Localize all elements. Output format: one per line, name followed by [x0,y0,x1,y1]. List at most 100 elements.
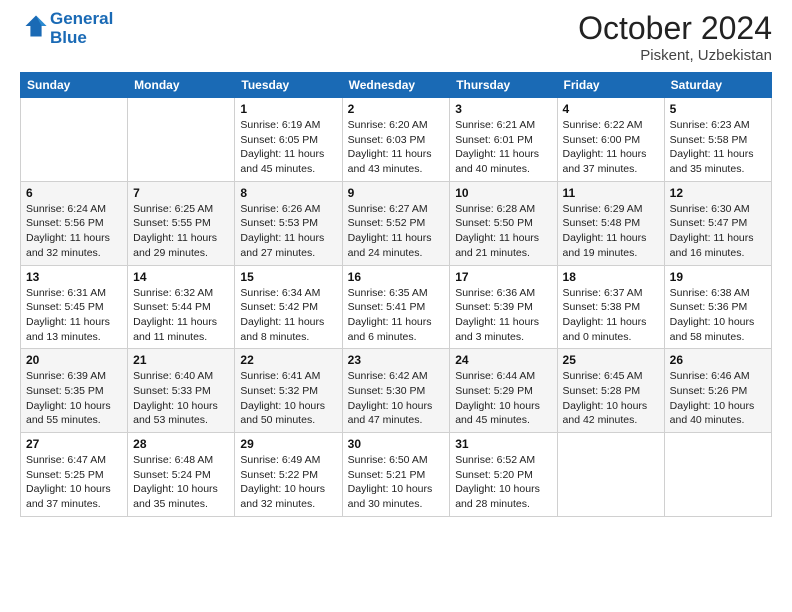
day-detail: Sunrise: 6:30 AMSunset: 5:47 PMDaylight:… [670,202,766,261]
calendar-cell: 4 Sunrise: 6:22 AMSunset: 6:00 PMDayligh… [557,98,664,182]
day-number: 19 [670,270,766,284]
day-number: 22 [240,353,336,367]
calendar-cell [128,98,235,182]
day-detail: Sunrise: 6:27 AMSunset: 5:52 PMDaylight:… [348,202,445,261]
calendar-cell: 24 Sunrise: 6:44 AMSunset: 5:29 PMDaylig… [450,349,557,433]
day-number: 16 [348,270,445,284]
day-number: 5 [670,102,766,116]
weekday-header-sunday: Sunday [21,73,128,98]
day-detail: Sunrise: 6:42 AMSunset: 5:30 PMDaylight:… [348,369,445,428]
day-number: 17 [455,270,551,284]
day-detail: Sunrise: 6:46 AMSunset: 5:26 PMDaylight:… [670,369,766,428]
calendar-cell: 12 Sunrise: 6:30 AMSunset: 5:47 PMDaylig… [664,181,771,265]
day-number: 6 [26,186,122,200]
day-detail: Sunrise: 6:50 AMSunset: 5:21 PMDaylight:… [348,453,445,512]
day-number: 24 [455,353,551,367]
calendar-cell: 22 Sunrise: 6:41 AMSunset: 5:32 PMDaylig… [235,349,342,433]
day-number: 20 [26,353,122,367]
day-number: 31 [455,437,551,451]
day-number: 4 [563,102,659,116]
day-number: 14 [133,270,229,284]
day-number: 28 [133,437,229,451]
day-detail: Sunrise: 6:23 AMSunset: 5:58 PMDaylight:… [670,118,766,177]
day-detail: Sunrise: 6:36 AMSunset: 5:39 PMDaylight:… [455,286,551,345]
weekday-header-monday: Monday [128,73,235,98]
weekday-header-friday: Friday [557,73,664,98]
calendar-cell: 27 Sunrise: 6:47 AMSunset: 5:25 PMDaylig… [21,433,128,517]
day-detail: Sunrise: 6:52 AMSunset: 5:20 PMDaylight:… [455,453,551,512]
logo-line2: Blue [50,29,113,48]
calendar-cell: 2 Sunrise: 6:20 AMSunset: 6:03 PMDayligh… [342,98,450,182]
calendar-cell: 26 Sunrise: 6:46 AMSunset: 5:26 PMDaylig… [664,349,771,433]
day-detail: Sunrise: 6:41 AMSunset: 5:32 PMDaylight:… [240,369,336,428]
logo-icon [22,12,50,40]
calendar-cell [664,433,771,517]
day-detail: Sunrise: 6:38 AMSunset: 5:36 PMDaylight:… [670,286,766,345]
day-number: 29 [240,437,336,451]
day-detail: Sunrise: 6:22 AMSunset: 6:00 PMDaylight:… [563,118,659,177]
calendar-cell: 8 Sunrise: 6:26 AMSunset: 5:53 PMDayligh… [235,181,342,265]
calendar-cell: 21 Sunrise: 6:40 AMSunset: 5:33 PMDaylig… [128,349,235,433]
day-detail: Sunrise: 6:40 AMSunset: 5:33 PMDaylight:… [133,369,229,428]
header: General Blue October 2024 Piskent, Uzbek… [20,10,772,64]
calendar-cell: 3 Sunrise: 6:21 AMSunset: 6:01 PMDayligh… [450,98,557,182]
calendar-cell: 17 Sunrise: 6:36 AMSunset: 5:39 PMDaylig… [450,265,557,349]
day-detail: Sunrise: 6:25 AMSunset: 5:55 PMDaylight:… [133,202,229,261]
weekday-header-wednesday: Wednesday [342,73,450,98]
day-detail: Sunrise: 6:39 AMSunset: 5:35 PMDaylight:… [26,369,122,428]
day-number: 13 [26,270,122,284]
day-number: 23 [348,353,445,367]
calendar-cell: 9 Sunrise: 6:27 AMSunset: 5:52 PMDayligh… [342,181,450,265]
day-detail: Sunrise: 6:48 AMSunset: 5:24 PMDaylight:… [133,453,229,512]
weekday-header-tuesday: Tuesday [235,73,342,98]
day-number: 27 [26,437,122,451]
location: Piskent, Uzbekistan [578,47,772,64]
calendar-cell: 5 Sunrise: 6:23 AMSunset: 5:58 PMDayligh… [664,98,771,182]
calendar-cell: 13 Sunrise: 6:31 AMSunset: 5:45 PMDaylig… [21,265,128,349]
day-number: 9 [348,186,445,200]
day-number: 7 [133,186,229,200]
day-number: 10 [455,186,551,200]
calendar-cell: 7 Sunrise: 6:25 AMSunset: 5:55 PMDayligh… [128,181,235,265]
day-number: 2 [348,102,445,116]
logo: General Blue [20,10,113,47]
day-detail: Sunrise: 6:37 AMSunset: 5:38 PMDaylight:… [563,286,659,345]
day-number: 21 [133,353,229,367]
calendar-cell: 29 Sunrise: 6:49 AMSunset: 5:22 PMDaylig… [235,433,342,517]
calendar-cell: 16 Sunrise: 6:35 AMSunset: 5:41 PMDaylig… [342,265,450,349]
day-number: 30 [348,437,445,451]
calendar-cell: 10 Sunrise: 6:28 AMSunset: 5:50 PMDaylig… [450,181,557,265]
logo-line1: General [50,10,113,29]
calendar-cell: 28 Sunrise: 6:48 AMSunset: 5:24 PMDaylig… [128,433,235,517]
calendar-cell: 31 Sunrise: 6:52 AMSunset: 5:20 PMDaylig… [450,433,557,517]
day-detail: Sunrise: 6:49 AMSunset: 5:22 PMDaylight:… [240,453,336,512]
day-detail: Sunrise: 6:29 AMSunset: 5:48 PMDaylight:… [563,202,659,261]
calendar-cell: 1 Sunrise: 6:19 AMSunset: 6:05 PMDayligh… [235,98,342,182]
calendar-cell: 20 Sunrise: 6:39 AMSunset: 5:35 PMDaylig… [21,349,128,433]
day-number: 18 [563,270,659,284]
day-detail: Sunrise: 6:24 AMSunset: 5:56 PMDaylight:… [26,202,122,261]
calendar-cell: 11 Sunrise: 6:29 AMSunset: 5:48 PMDaylig… [557,181,664,265]
calendar-cell: 14 Sunrise: 6:32 AMSunset: 5:44 PMDaylig… [128,265,235,349]
day-detail: Sunrise: 6:35 AMSunset: 5:41 PMDaylight:… [348,286,445,345]
day-number: 26 [670,353,766,367]
day-detail: Sunrise: 6:20 AMSunset: 6:03 PMDaylight:… [348,118,445,177]
day-number: 1 [240,102,336,116]
calendar-cell [557,433,664,517]
weekday-header-saturday: Saturday [664,73,771,98]
calendar-cell: 19 Sunrise: 6:38 AMSunset: 5:36 PMDaylig… [664,265,771,349]
calendar-cell: 18 Sunrise: 6:37 AMSunset: 5:38 PMDaylig… [557,265,664,349]
month-title: October 2024 [578,10,772,47]
page: General Blue October 2024 Piskent, Uzbek… [0,0,792,612]
day-detail: Sunrise: 6:47 AMSunset: 5:25 PMDaylight:… [26,453,122,512]
day-detail: Sunrise: 6:21 AMSunset: 6:01 PMDaylight:… [455,118,551,177]
calendar-cell: 6 Sunrise: 6:24 AMSunset: 5:56 PMDayligh… [21,181,128,265]
calendar-cell [21,98,128,182]
day-detail: Sunrise: 6:28 AMSunset: 5:50 PMDaylight:… [455,202,551,261]
calendar-cell: 15 Sunrise: 6:34 AMSunset: 5:42 PMDaylig… [235,265,342,349]
day-number: 15 [240,270,336,284]
calendar-cell: 25 Sunrise: 6:45 AMSunset: 5:28 PMDaylig… [557,349,664,433]
day-detail: Sunrise: 6:31 AMSunset: 5:45 PMDaylight:… [26,286,122,345]
day-detail: Sunrise: 6:26 AMSunset: 5:53 PMDaylight:… [240,202,336,261]
day-number: 8 [240,186,336,200]
